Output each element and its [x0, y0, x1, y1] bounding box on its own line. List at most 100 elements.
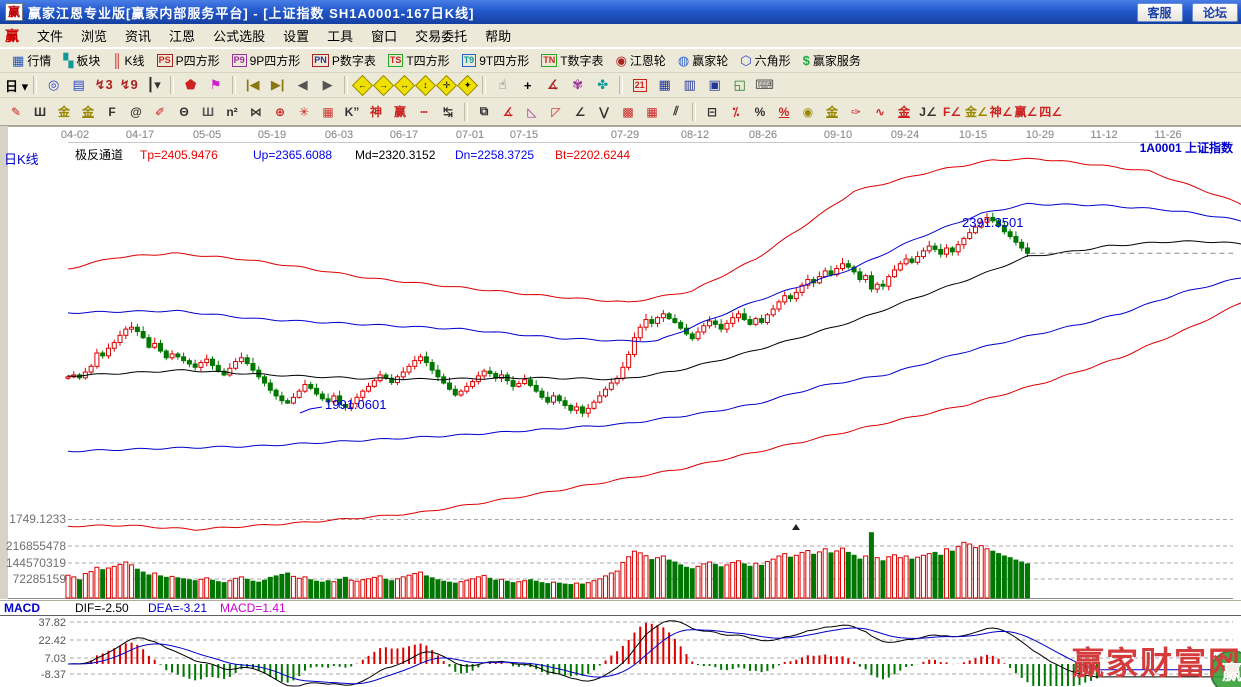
notes-icon[interactable]: ▥ [677, 75, 702, 96]
mirror-angle-icon[interactable]: ⋈ [244, 101, 268, 123]
menu-item-formula-pick[interactable]: 公式选股 [204, 24, 274, 47]
f-angle-icon[interactable]: F∠ [940, 101, 964, 123]
k-quote-icon[interactable]: K” [340, 101, 364, 123]
si-angle-icon[interactable]: 四∠ [1038, 101, 1063, 123]
prev-bar-icon[interactable]: ◀ [290, 75, 315, 96]
pen-grid-icon[interactable]: ✐ [148, 101, 172, 123]
grid-dense-icon[interactable]: ▩ [616, 101, 640, 123]
hand-tool-icon[interactable]: ☝ [490, 75, 515, 96]
toolbar-button-zoom-out[interactable]: ✦ [457, 75, 478, 96]
gold-underline-icon[interactable]: 金 [892, 101, 916, 123]
ink-pen-icon[interactable]: ✑ [844, 101, 868, 123]
next-bar-icon[interactable]: ▶ [315, 75, 340, 96]
period-day-dropdown-icon[interactable]: 日 ▾ [4, 75, 29, 96]
gold-ruler-2-icon[interactable]: 金 [76, 101, 100, 123]
menu-item-file[interactable]: 文件 [28, 24, 72, 47]
toolbar-button-t-square[interactable]: TST四方形 [382, 51, 456, 70]
toolbar-button-zoom-v[interactable]: ↕ [415, 75, 436, 96]
map-region-icon[interactable]: ⬟ [178, 75, 203, 96]
fan-red-icon[interactable]: ∡ [496, 101, 520, 123]
toolbar-button-zoom-h[interactable]: ↔ [394, 75, 415, 96]
win-ruler-icon[interactable]: 赢 [388, 101, 412, 123]
toolbar-button-winner-wheel[interactable]: ◍赢家轮 [672, 51, 734, 70]
menu-item-trade[interactable]: 交易委托 [406, 24, 476, 47]
grid-red-icon[interactable]: ▦ [316, 101, 340, 123]
f-ruler-icon[interactable]: F [100, 101, 124, 123]
menu-item-tools[interactable]: 工具 [318, 24, 362, 47]
ruler-2-icon[interactable]: Ш [196, 101, 220, 123]
crosshair-tool-icon[interactable]: + [515, 75, 540, 96]
toolbar-button-9t-square[interactable]: T99T四方形 [456, 51, 536, 70]
menu-item-browse[interactable]: 浏览 [72, 24, 116, 47]
shen-ruler-icon[interactable]: 神 [364, 101, 388, 123]
shen-angle-icon[interactable]: 神∠ [989, 101, 1014, 123]
gann-knot-icon[interactable]: ✾ [565, 75, 590, 96]
menu-item-help[interactable]: 帮助 [476, 24, 520, 47]
app-logo-icon: 赢 [5, 3, 23, 21]
toolbar-button-market-quotes[interactable]: ▦行情 [6, 51, 57, 70]
toolbar-button-hexagon[interactable]: ⬡六角形 [734, 51, 796, 70]
spiral-icon[interactable]: @ [124, 101, 148, 123]
n-squared-icon[interactable]: n² [220, 101, 244, 123]
chart-3-icon[interactable]: ↯3 [91, 75, 116, 96]
win-angle-icon[interactable]: 赢∠ [1014, 101, 1039, 123]
last-bar-icon[interactable]: ▶| [265, 75, 290, 96]
print-icon[interactable]: ⌨ [752, 75, 777, 96]
toolbar-button-zoom-in[interactable]: ✛ [436, 75, 457, 96]
forum-button[interactable]: 论坛 [1192, 3, 1238, 22]
angle-lines-icon[interactable]: ∠ [568, 101, 592, 123]
menu-item-gann[interactable]: 江恩 [160, 24, 204, 47]
pen-red-icon[interactable]: ✎ [4, 101, 28, 123]
menu-item-settings[interactable]: 设置 [274, 24, 318, 47]
chart-canvas[interactable]: 04-0204-1705-0505-1906-0306-1707-0107-15… [0, 126, 1241, 687]
v-wave-icon[interactable]: ⋁ [592, 101, 616, 123]
menu-item-window[interactable]: 窗口 [362, 24, 406, 47]
candle-style-dropdown-icon[interactable]: ┃▾ [141, 75, 166, 96]
slash-lines-icon[interactable]: ⫽ [664, 101, 688, 123]
save-icon[interactable]: ▣ [702, 75, 727, 96]
percent-icon[interactable]: % [748, 101, 772, 123]
ruler-ticks-icon[interactable]: Ш [28, 101, 52, 123]
gold-lines-icon[interactable]: 金 [820, 101, 844, 123]
gold-ruler-1-icon[interactable]: 金 [52, 101, 76, 123]
wave-tool-icon[interactable]: ∿ [868, 101, 892, 123]
chart-9-icon[interactable]: ↯9 [116, 75, 141, 96]
calculator-icon[interactable]: ▦ [652, 75, 677, 96]
toolbar-button-t-number-table[interactable]: TNT数字表 [535, 51, 609, 70]
toolbar-button-pan-left[interactable]: ← [352, 75, 373, 96]
j-angle-icon[interactable]: J∠ [916, 101, 940, 123]
grid-dense-2-icon[interactable]: ▦ [640, 101, 664, 123]
toolbar-button-sectors[interactable]: ▚板块 [57, 51, 106, 70]
toolbar-button-kline[interactable]: ║K线 [106, 51, 150, 70]
send-screen-icon[interactable]: ◱ [727, 75, 752, 96]
gold-circle-icon[interactable]: ◉ [796, 101, 820, 123]
ruler-123-icon[interactable]: ┅ [412, 101, 436, 123]
span-arrows-icon[interactable]: ↹ [436, 101, 460, 123]
percent-line-icon[interactable]: % [772, 101, 796, 123]
cloud-tool-icon[interactable]: ✤ [590, 75, 615, 96]
toolbar-button-calendar-21[interactable]: 21 [627, 75, 652, 96]
star-grid-icon[interactable]: ✳ [292, 101, 316, 123]
winner-wheel-icon: ◍ [678, 54, 689, 68]
toolbar-button-p-square[interactable]: PSP四方形 [151, 51, 226, 70]
toolbar-button-pan-right[interactable]: → [373, 75, 394, 96]
toolbar-button-p-number-table[interactable]: PNP数字表 [306, 51, 382, 70]
first-bar-icon[interactable]: |◀ [240, 75, 265, 96]
support-button[interactable]: 客服 [1137, 3, 1183, 22]
scale-box-icon[interactable]: ⊟ [700, 101, 724, 123]
toolbar-button-9p-square[interactable]: P99P四方形 [226, 51, 307, 70]
circle-target-icon[interactable]: ⊕ [268, 101, 292, 123]
info-board-icon[interactable]: ▤ [66, 75, 91, 96]
fan-grid-icon[interactable]: ◸ [544, 101, 568, 123]
toolbar-button-winner-service[interactable]: $赢家服务 [797, 51, 867, 70]
flag-marker-icon[interactable]: ⚑ [203, 75, 228, 96]
box-measure-icon[interactable]: ⧉ [472, 101, 496, 123]
percent-red-icon[interactable]: ⁒ [724, 101, 748, 123]
gold-angle-icon[interactable]: 金∠ [964, 101, 989, 123]
angle-measure-icon[interactable]: ∡ [540, 75, 565, 96]
fan-box-icon[interactable]: ◺ [520, 101, 544, 123]
time-circle-icon[interactable]: Θ [172, 101, 196, 123]
toolbar-button-gann-wheel[interactable]: ◉江恩轮 [610, 51, 672, 70]
region-select-icon[interactable]: ◎ [41, 75, 66, 96]
menu-item-news[interactable]: 资讯 [116, 24, 160, 47]
